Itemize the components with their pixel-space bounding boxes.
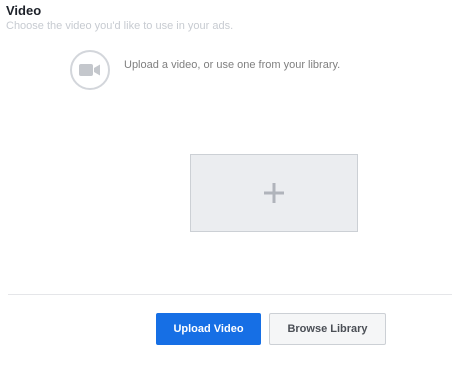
section-subtitle: Choose the video you'd like to use in yo… <box>6 20 234 32</box>
divider <box>8 294 452 295</box>
video-icon-circle <box>70 50 110 90</box>
upload-video-button[interactable]: Upload Video <box>156 313 261 345</box>
add-video-placeholder[interactable] <box>190 154 358 232</box>
upload-hint-text: Upload a video, or use one from your lib… <box>124 59 341 71</box>
browse-library-button[interactable]: Browse Library <box>269 313 386 345</box>
video-camera-icon <box>79 64 100 76</box>
section-title: Video <box>6 3 42 18</box>
plus-icon <box>264 183 284 203</box>
